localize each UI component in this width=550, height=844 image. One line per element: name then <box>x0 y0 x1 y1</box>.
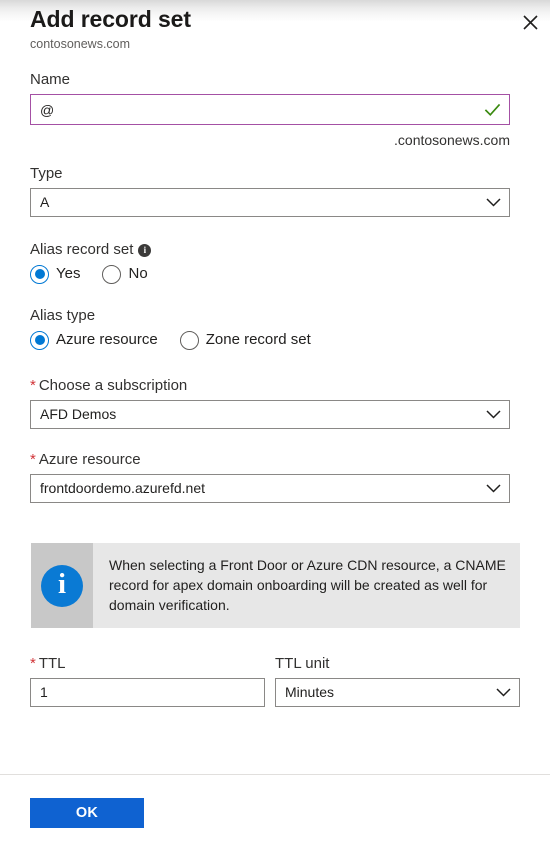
ttl-input[interactable]: 1 <box>30 678 265 707</box>
close-button[interactable] <box>514 6 546 38</box>
ttl-input-value: 1 <box>40 684 48 700</box>
type-select[interactable]: A <box>30 188 510 217</box>
ttl-unit-label: TTL unit <box>275 655 330 672</box>
subscription-field-group: * Choose a subscription AFD Demos <box>30 376 510 429</box>
alias-type-option-zone-record-set-label: Zone record set <box>205 331 311 348</box>
subscription-select[interactable]: AFD Demos <box>30 400 510 429</box>
ttl-unit-field-group: TTL unit Minutes <box>275 654 520 707</box>
alias-record-set-option-no-label: No <box>128 265 148 282</box>
info-banner: i When selecting a Front Door or Azure C… <box>31 543 520 628</box>
alias-type-option-zone-record-set[interactable]: Zone record set <box>179 330 311 350</box>
ok-button[interactable]: OK <box>30 798 144 828</box>
chevron-down-icon <box>486 410 501 419</box>
name-input-value: @ <box>40 101 55 118</box>
ttl-unit-select[interactable]: Minutes <box>275 678 520 707</box>
info-icon: i <box>41 564 83 607</box>
footer-divider <box>0 774 550 775</box>
info-banner-icon-area: i <box>31 543 93 628</box>
azure-resource-label: * Azure resource <box>30 450 510 470</box>
type-label: Type <box>30 165 63 182</box>
page-subtitle: contosonews.com <box>30 37 131 51</box>
close-icon <box>522 14 538 30</box>
info-icon[interactable]: i <box>138 244 152 257</box>
alias-record-set-label-text: Alias record set <box>30 241 134 258</box>
name-suffix-text: .contosonews.com <box>394 132 510 148</box>
azure-resource-select-value: frontdoordemo.azurefd.net <box>40 480 205 496</box>
dialog-header: Add record set contosonews.com <box>30 4 520 53</box>
alias-record-set-option-no[interactable]: No <box>102 264 148 284</box>
subscription-select-value: AFD Demos <box>40 406 117 422</box>
name-field-group: Name @ .contosonews.com <box>30 70 510 149</box>
name-label: Name <box>30 71 71 88</box>
azure-resource-select[interactable]: frontdoordemo.azurefd.net <box>30 474 510 503</box>
radio-icon <box>30 330 49 350</box>
type-field-group: Type A <box>30 164 510 217</box>
alias-record-set-radio-group: Yes No <box>30 264 510 284</box>
alias-record-set-group: Alias record set i Yes No <box>30 240 510 284</box>
chevron-down-icon <box>496 688 511 697</box>
required-marker: * <box>30 451 36 468</box>
alias-type-label: Alias type <box>30 307 96 324</box>
azure-resource-field-group: * Azure resource frontdoordemo.azurefd.ne… <box>30 450 510 503</box>
page-title: Add record set <box>30 6 191 32</box>
radio-icon <box>30 264 49 284</box>
alias-record-set-option-yes-label: Yes <box>56 265 81 282</box>
required-marker: * <box>30 377 36 394</box>
type-select-value: A <box>40 194 50 210</box>
checkmark-icon <box>484 101 501 118</box>
chevron-down-icon <box>486 484 501 493</box>
name-input[interactable]: @ <box>30 94 510 125</box>
required-marker: * <box>30 655 36 672</box>
alias-record-set-option-yes[interactable]: Yes <box>30 264 80 284</box>
info-banner-text: When selecting a Front Door or Azure CDN… <box>109 557 506 613</box>
chevron-down-icon <box>486 198 501 207</box>
ttl-row-group: * TTL 1 TTL unit Minutes <box>30 654 520 707</box>
alias-type-group: Alias type Azure resource Zone record se… <box>30 306 510 350</box>
alias-type-option-azure-resource[interactable]: Azure resource <box>30 330 158 350</box>
alias-type-radio-group: Azure resource Zone record set <box>30 330 510 350</box>
ttl-label-text: TTL <box>38 655 66 672</box>
ttl-label: * TTL <box>30 654 265 674</box>
alias-type-option-azure-resource-label: Azure resource <box>56 331 158 348</box>
azure-resource-label-text: Azure resource <box>38 451 141 468</box>
alias-record-set-label: Alias record set i <box>30 240 510 260</box>
radio-icon <box>179 330 199 350</box>
subscription-label: * Choose a subscription <box>30 376 510 396</box>
subscription-label-text: Choose a subscription <box>38 377 188 394</box>
radio-icon <box>102 264 122 284</box>
ttl-field-group: * TTL 1 <box>30 654 265 707</box>
ttl-unit-select-value: Minutes <box>285 684 335 700</box>
